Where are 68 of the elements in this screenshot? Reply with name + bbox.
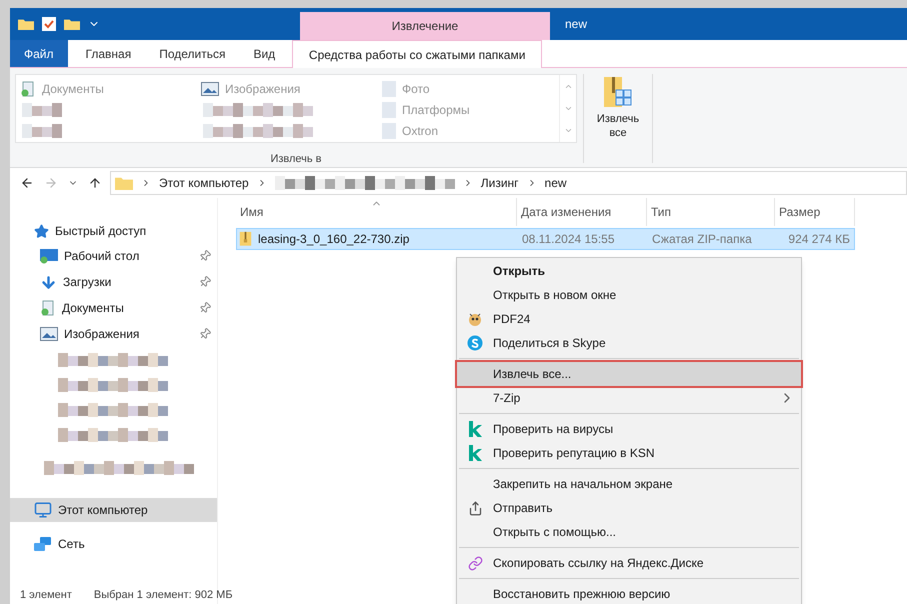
new-folder-icon <box>64 18 80 30</box>
menu-item[interactable]: Восстановить прежнюю версию <box>457 582 801 604</box>
extract-all-button[interactable]: Извлечь все <box>590 74 646 167</box>
path-segment[interactable]: Лизинг <box>480 174 519 192</box>
path-segment[interactable]: new <box>544 174 567 192</box>
k-logo-icon <box>468 421 482 437</box>
properties-icon <box>42 17 56 31</box>
nav-item[interactable]: Сеть <box>10 532 217 556</box>
ribbon-tab[interactable]: Поделиться <box>145 40 240 67</box>
pixelated-label <box>22 124 62 138</box>
status-text: 1 элемент <box>20 588 72 603</box>
ribbon-tab[interactable]: Вид <box>239 40 290 67</box>
mascot-icon <box>467 311 483 327</box>
menu-item[interactable]: Открыть в новом окне <box>457 283 801 307</box>
up-icon[interactable] <box>88 176 102 190</box>
document-icon <box>40 300 56 316</box>
star-icon <box>34 224 49 238</box>
table-cell-text: 08.11.2024 15:55 <box>521 231 616 248</box>
ribbon-tab[interactable]: Файл <box>10 40 68 67</box>
pixelated-label <box>22 102 62 116</box>
network-icon <box>34 536 52 552</box>
link-icon <box>468 556 482 570</box>
menu-item[interactable]: Закрепить на начальном экране <box>457 472 801 496</box>
folder-icon <box>382 80 396 96</box>
folder-icon <box>382 122 396 138</box>
file-name: leasing-3_0_160_22-730.zip <box>258 231 410 248</box>
window-title: new <box>565 16 588 33</box>
zip-folder-icon <box>239 231 252 247</box>
desktop-icon <box>40 248 58 264</box>
back-icon[interactable] <box>20 176 34 190</box>
folder-icon <box>382 102 396 118</box>
menu-item[interactable]: Проверить репутацию в KSN <box>457 441 801 465</box>
status-text: Выбран 1 элемент: 902 МБ <box>94 588 233 603</box>
picture-icon <box>201 82 219 96</box>
menu-item[interactable]: Отправить <box>457 496 801 520</box>
picture-icon <box>40 327 58 341</box>
share-icon <box>468 500 482 516</box>
menu-item[interactable]: 7-Zip <box>457 386 801 410</box>
document-icon <box>20 80 36 96</box>
nav-item[interactable]: Этот компьютер <box>10 498 217 522</box>
ribbon-tab[interactable]: Средства работы со сжатыми папками <box>292 40 542 68</box>
menu-item[interactable]: Извлечь все... <box>457 362 801 386</box>
table-cell-text: Сжатая ZIP-папка <box>651 231 753 248</box>
menu-item[interactable]: Открыть <box>457 259 801 283</box>
column-header[interactable]: Имя <box>236 198 517 226</box>
chat-logo-icon <box>467 335 483 351</box>
path-segment[interactable]: Этот компьютер <box>159 174 249 192</box>
ribbon-tab[interactable]: Главная <box>72 40 146 67</box>
menu-item[interactable]: Скопировать ссылку на Яндекс.Диске <box>457 551 801 575</box>
download-icon <box>40 274 57 290</box>
nav-item[interactable]: Быстрый доступ <box>10 219 217 243</box>
column-header[interactable]: Дата изменения <box>517 198 647 226</box>
column-header[interactable]: Размер <box>775 198 855 226</box>
computer-icon <box>34 501 52 519</box>
address-field[interactable]: Этот компьютер Лизинг new <box>110 171 907 195</box>
folder-icon <box>115 176 133 190</box>
table-cell-text: 924 274 КБ <box>787 231 851 248</box>
folder-icon <box>18 18 34 30</box>
group-label: Извлечь в <box>270 152 322 166</box>
menu-item[interactable]: PDF24 <box>457 307 801 331</box>
extract-zip-icon <box>602 76 634 110</box>
column-header[interactable]: Тип <box>647 198 775 226</box>
k-logo-icon <box>468 445 482 461</box>
menu-item[interactable]: Открыть с помощью... <box>457 520 801 544</box>
menu-item[interactable]: Проверить на вирусы <box>457 417 801 441</box>
file-row[interactable]: leasing-3_0_160_22-730.zip 08.11.2024 15:55 Сжатая ZIP-папка 924 274 КБ <box>236 228 855 250</box>
menu-item[interactable]: Поделиться в Skype <box>457 331 801 355</box>
contextual-tab-header: Извлечение <box>300 12 550 40</box>
